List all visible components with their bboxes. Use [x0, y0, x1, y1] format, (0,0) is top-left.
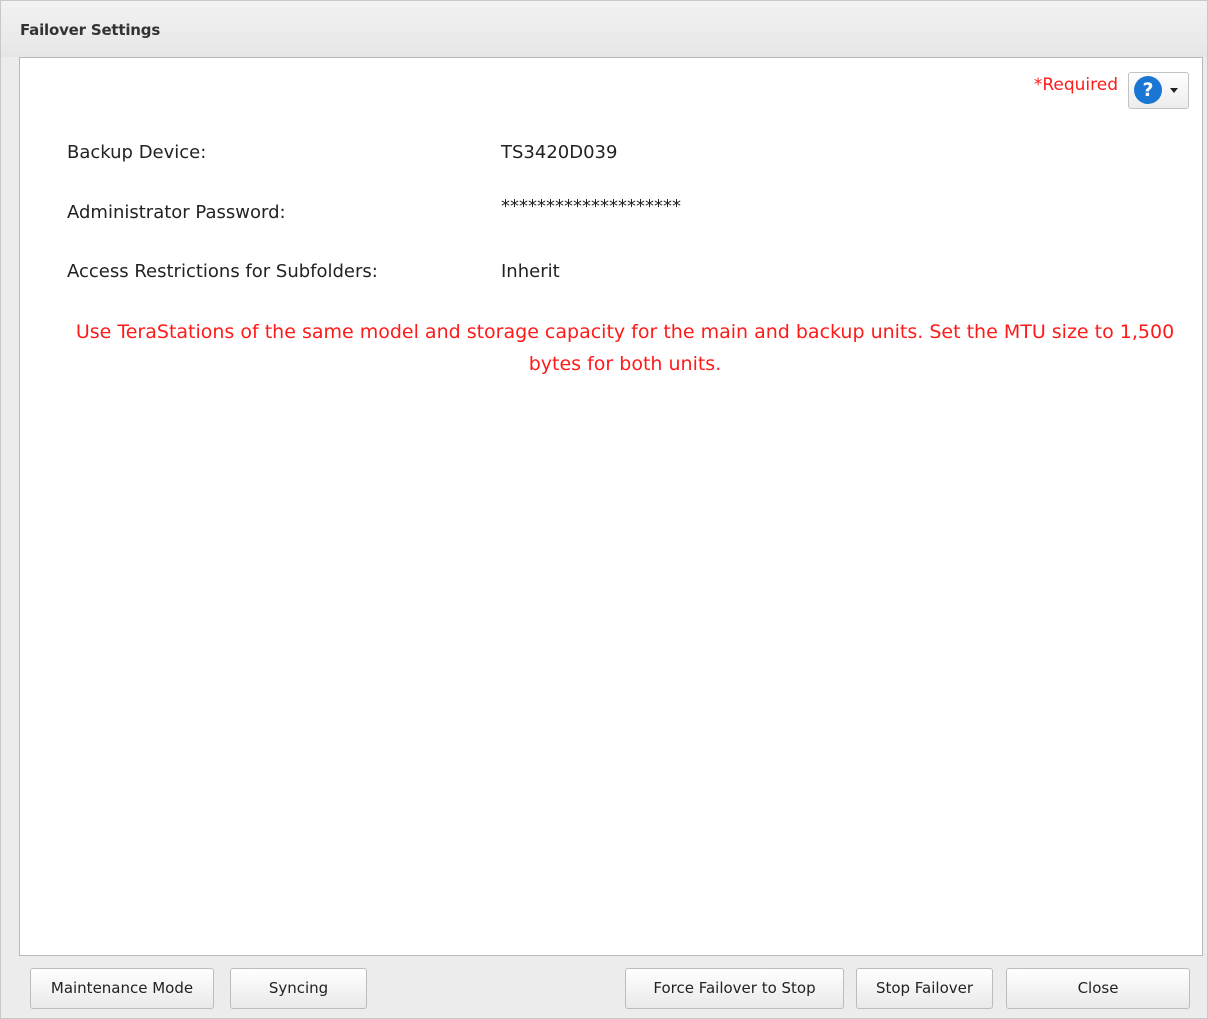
- access-restrictions-value: Inherit: [501, 261, 560, 282]
- dialog-titlebar: Failover Settings: [1, 1, 1207, 57]
- required-indicator: *Required: [1033, 75, 1118, 95]
- admin-password-value: ********************: [501, 196, 681, 217]
- question-circle-icon: ?: [1134, 76, 1162, 104]
- access-restrictions-label: Access Restrictions for Subfolders:: [67, 261, 378, 282]
- admin-password-label: Administrator Password:: [67, 202, 286, 223]
- warning-notice: Use TeraStations of the same model and s…: [75, 321, 1175, 375]
- syncing-button[interactable]: Syncing: [230, 968, 367, 1009]
- close-button[interactable]: Close: [1006, 968, 1190, 1009]
- dialog-title: Failover Settings: [20, 21, 161, 39]
- backup-device-label: Backup Device:: [67, 142, 207, 163]
- help-button[interactable]: ?: [1128, 72, 1189, 109]
- backup-device-value: TS3420D039: [501, 142, 618, 163]
- failover-settings-dialog: Failover Settings *Required ? Backup Dev…: [0, 0, 1208, 1019]
- settings-panel: *Required ? Backup Device: TS3420D039 Ad…: [19, 57, 1203, 956]
- force-failover-to-stop-button[interactable]: Force Failover to Stop: [625, 968, 844, 1009]
- caret-down-icon: [1170, 88, 1178, 93]
- maintenance-mode-button[interactable]: Maintenance Mode: [30, 968, 214, 1009]
- stop-failover-button[interactable]: Stop Failover: [856, 968, 993, 1009]
